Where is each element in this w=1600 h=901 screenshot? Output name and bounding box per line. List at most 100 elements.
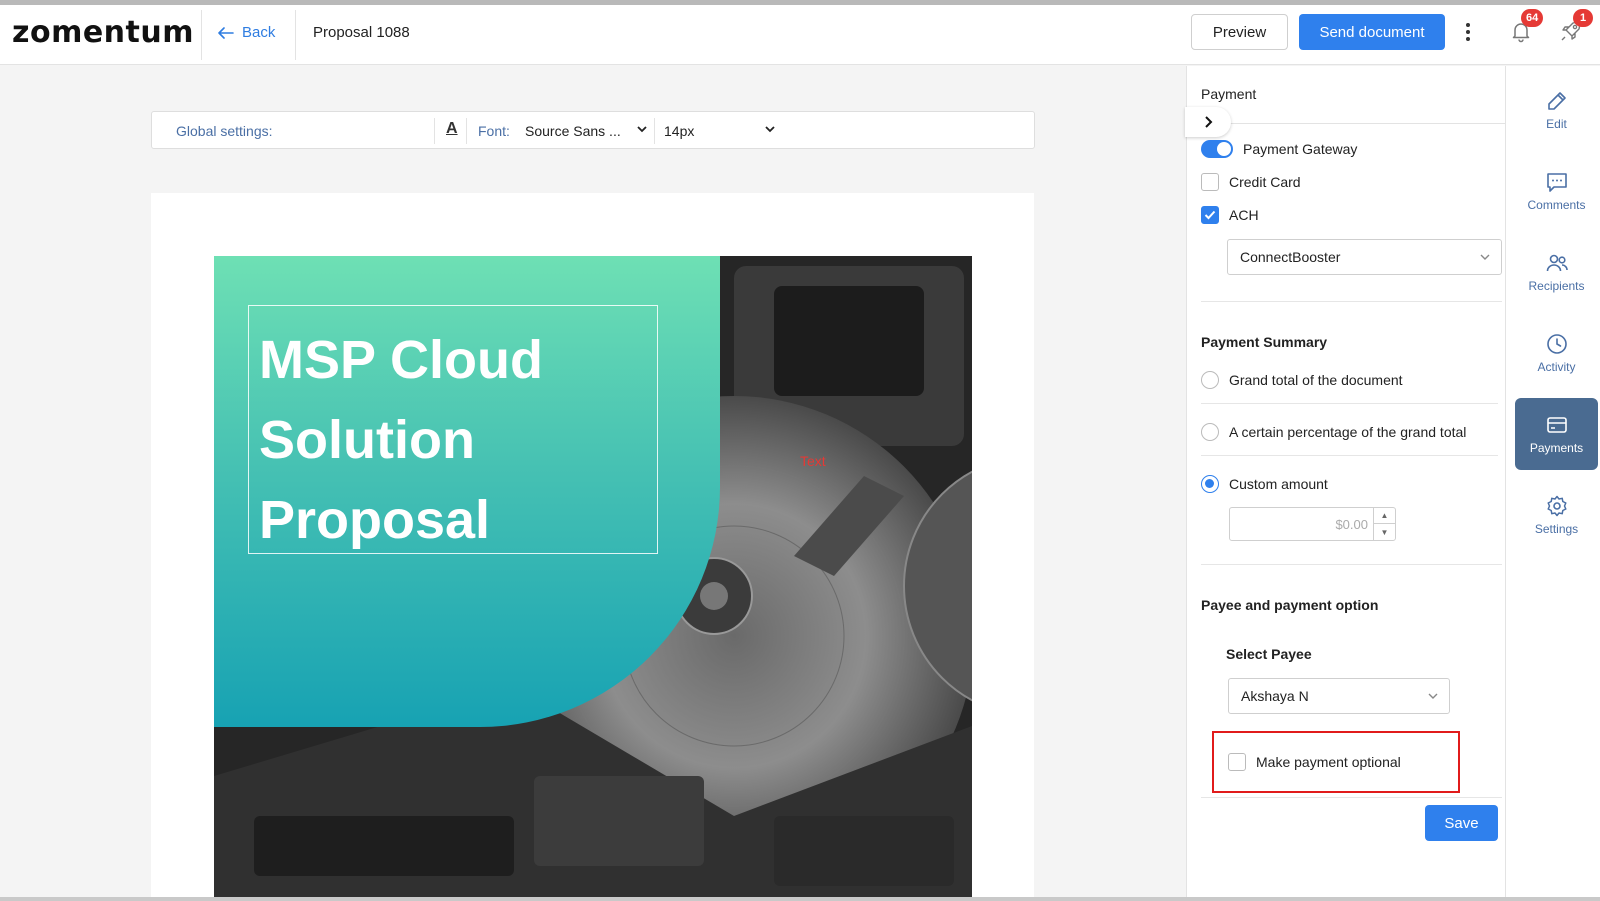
cover-title-line: Proposal	[259, 490, 491, 550]
rail-item-settings[interactable]: Settings	[1515, 479, 1598, 551]
grand-total-radio[interactable]	[1201, 371, 1219, 389]
payment-gateway-row[interactable]: Payment Gateway	[1201, 140, 1357, 158]
pencil-icon	[1547, 92, 1566, 110]
ach-checkbox[interactable]	[1201, 206, 1219, 224]
credit-card-label: Credit Card	[1229, 174, 1301, 190]
section-divider	[1201, 797, 1502, 798]
gear-icon	[1546, 495, 1567, 517]
payment-summary-title: Payment Summary	[1201, 334, 1328, 350]
select-payee-label: Select Payee	[1226, 646, 1312, 662]
payment-provider-select[interactable]: ConnectBooster	[1227, 239, 1502, 275]
rail-item-label: Settings	[1534, 522, 1579, 536]
ach-row[interactable]: ACH	[1201, 206, 1259, 224]
document-title: Proposal 1088	[313, 24, 410, 41]
font-select[interactable]: Source Sans ...	[525, 123, 621, 139]
rail-item-label: Edit	[1546, 117, 1567, 131]
rail-item-activity[interactable]: Activity	[1515, 317, 1598, 389]
amount-stepper[interactable]: ▲ ▼	[1373, 508, 1395, 540]
credit-card-checkbox[interactable]	[1201, 173, 1219, 191]
option-divider	[1201, 403, 1498, 404]
collapse-panel-button[interactable]	[1185, 107, 1231, 137]
chevron-down-icon	[1480, 254, 1490, 260]
rail-item-label: Activity	[1537, 360, 1576, 374]
zomentum-logo[interactable]: zomentum	[12, 15, 194, 50]
rail-item-payments[interactable]: Payments	[1515, 398, 1598, 470]
decrement-icon[interactable]: ▼	[1374, 524, 1395, 540]
percentage-radio[interactable]	[1201, 423, 1219, 441]
global-settings-label: Global settings:	[176, 123, 273, 139]
save-button[interactable]: Save	[1425, 805, 1498, 841]
card-icon	[1546, 417, 1567, 433]
back-label: Back	[242, 24, 276, 41]
rail-item-label: Payments	[1529, 441, 1584, 455]
payment-settings-panel: Payment Payment Gateway Credit Card ACH …	[1185, 66, 1506, 901]
toolbar-divider	[466, 118, 467, 144]
make-payment-optional-row[interactable]: Make payment optional	[1228, 753, 1401, 771]
ach-label: ACH	[1229, 207, 1259, 223]
option-divider	[1201, 455, 1498, 456]
notifications-button[interactable]: 64	[1509, 9, 1544, 47]
toolbar-divider	[434, 118, 435, 144]
users-icon	[1546, 254, 1568, 272]
window-bottom-strip	[0, 897, 1600, 901]
chevron-down-icon	[1428, 693, 1438, 699]
cover-title-line: MSP Cloud	[259, 330, 544, 390]
rail-item-recipients[interactable]: Recipients	[1515, 236, 1598, 308]
chevron-right-icon	[1205, 116, 1213, 128]
cover-title-line: Solution	[259, 410, 475, 470]
updates-button[interactable]: 1	[1559, 9, 1593, 47]
rail-item-label: Recipients	[1528, 279, 1585, 293]
payee-section-title: Payee and payment option	[1201, 597, 1379, 613]
make-payment-optional-checkbox[interactable]	[1228, 753, 1246, 771]
rail-item-comments[interactable]: Comments	[1515, 155, 1598, 227]
payment-gateway-toggle[interactable]	[1201, 140, 1233, 158]
toolbar-divider	[654, 118, 655, 144]
cover-section[interactable]: MSP Cloud Solution Proposal Text	[214, 256, 972, 901]
text-placeholder[interactable]: Text	[800, 453, 826, 469]
custom-amount-radio[interactable]	[1201, 475, 1219, 493]
panel-heading-divider	[1201, 123, 1506, 124]
grand-total-option[interactable]: Grand total of the document	[1201, 371, 1403, 389]
grand-total-label: Grand total of the document	[1229, 372, 1403, 388]
chevron-down-icon[interactable]	[635, 122, 649, 136]
payee-value: Akshaya N	[1241, 688, 1309, 704]
notifications-badge: 64	[1521, 9, 1544, 27]
percentage-label: A certain percentage of the grand total	[1229, 424, 1467, 440]
payment-provider-value: ConnectBooster	[1240, 249, 1341, 265]
arrow-left-icon	[218, 26, 234, 39]
panel-heading: Payment	[1201, 86, 1257, 102]
header-divider	[201, 10, 202, 60]
clock-icon	[1546, 334, 1567, 354]
make-payment-optional-label: Make payment optional	[1256, 754, 1401, 770]
font-size-select[interactable]: 14px	[664, 123, 694, 139]
section-divider	[1201, 564, 1502, 565]
header-divider	[295, 10, 296, 60]
rail-item-edit[interactable]: Edit	[1515, 74, 1598, 146]
check-icon	[1204, 210, 1216, 220]
credit-card-row[interactable]: Credit Card	[1201, 173, 1301, 191]
payment-gateway-label: Payment Gateway	[1243, 141, 1358, 157]
title-text-box[interactable]: MSP Cloud Solution Proposal	[248, 305, 658, 554]
custom-amount-label: Custom amount	[1229, 476, 1328, 492]
custom-amount-option[interactable]: Custom amount	[1201, 475, 1328, 493]
text-color-icon[interactable]: A	[446, 120, 458, 138]
increment-icon[interactable]: ▲	[1374, 508, 1395, 524]
percentage-option[interactable]: A certain percentage of the grand total	[1201, 423, 1466, 441]
updates-badge: 1	[1573, 9, 1593, 27]
preview-button[interactable]: Preview	[1191, 14, 1288, 50]
custom-amount-input[interactable]: $0.00 ▲ ▼	[1229, 507, 1396, 541]
chevron-down-icon[interactable]	[763, 122, 777, 136]
right-navigation-rail: Edit Comments Recipients Activity Paymen…	[1505, 66, 1600, 901]
cover-title-panel: MSP Cloud Solution Proposal	[214, 256, 720, 727]
comment-icon	[1546, 173, 1567, 192]
custom-amount-value: $0.00	[1335, 517, 1368, 532]
back-button[interactable]: Back	[218, 24, 275, 41]
section-divider	[1201, 301, 1502, 302]
payee-select[interactable]: Akshaya N	[1228, 678, 1450, 714]
more-options-icon[interactable]	[1461, 20, 1475, 44]
send-document-button[interactable]: Send document	[1299, 14, 1445, 50]
font-label: Font:	[478, 123, 510, 139]
rail-item-label: Comments	[1527, 198, 1586, 212]
global-settings-bar: Global settings: A Font: Source Sans ...…	[151, 111, 1035, 149]
app-header: zomentum Back Proposal 1088 Preview Send…	[0, 5, 1600, 65]
